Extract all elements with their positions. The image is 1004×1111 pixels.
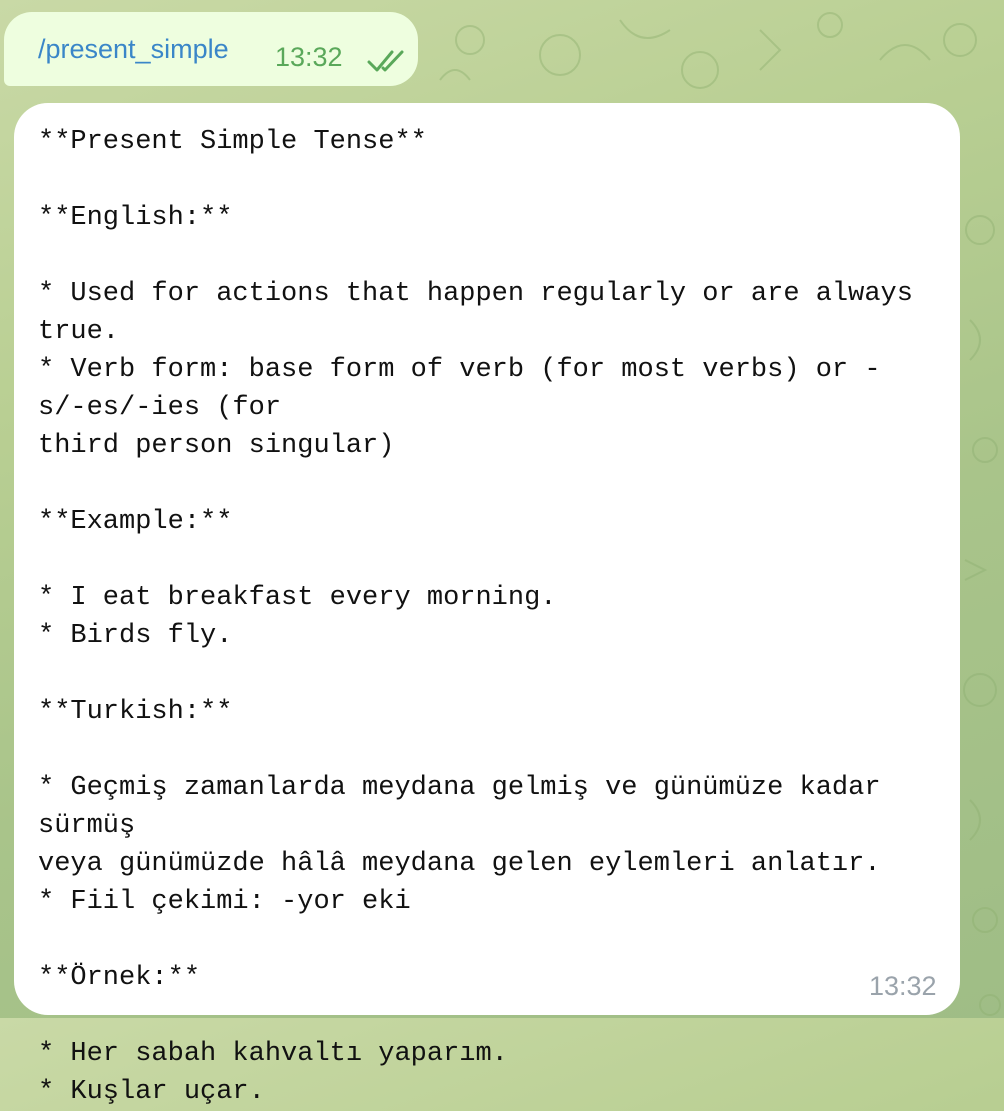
message-line: * Kuşlar uçar. — [38, 1077, 265, 1107]
message-line: * Her sabah kahvaltı yaparım. — [38, 1039, 508, 1069]
message-line: * Fiil çekimi: -yor eki — [38, 887, 411, 917]
incoming-message-time: 13:32 — [869, 971, 937, 1001]
message-line: veya günümüzde hâlâ meydana gelen eyleml… — [38, 849, 881, 879]
message-line: * Used for actions that happen regularly… — [38, 279, 930, 347]
message-line: **Example:** — [38, 507, 233, 537]
message-line: third person singular) — [38, 431, 395, 461]
message-text: **Present Simple Tense** **English:** * … — [38, 123, 918, 1111]
outgoing-message-time: 13:32 — [275, 42, 343, 72]
message-line: * Birds fly. — [38, 621, 233, 651]
message-line: **Turkish:** — [38, 697, 233, 727]
message-line: **English:** — [38, 203, 233, 233]
command-link[interactable]: /present_simple — [38, 34, 229, 65]
double-check-icon — [367, 50, 404, 72]
outgoing-message-bubble[interactable]: /present_simple 13:32 — [4, 12, 418, 86]
message-line: * Verb form: base form of verb (for most… — [38, 355, 881, 423]
message-line: **Present Simple Tense** — [38, 127, 427, 157]
message-line: * Geçmiş zamanlarda meydana gelmiş ve gü… — [38, 773, 897, 841]
incoming-message-bubble[interactable]: **Present Simple Tense** **English:** * … — [14, 103, 960, 1107]
message-line: **Örnek:** — [38, 963, 201, 993]
message-line: * I eat breakfast every morning. — [38, 583, 557, 613]
